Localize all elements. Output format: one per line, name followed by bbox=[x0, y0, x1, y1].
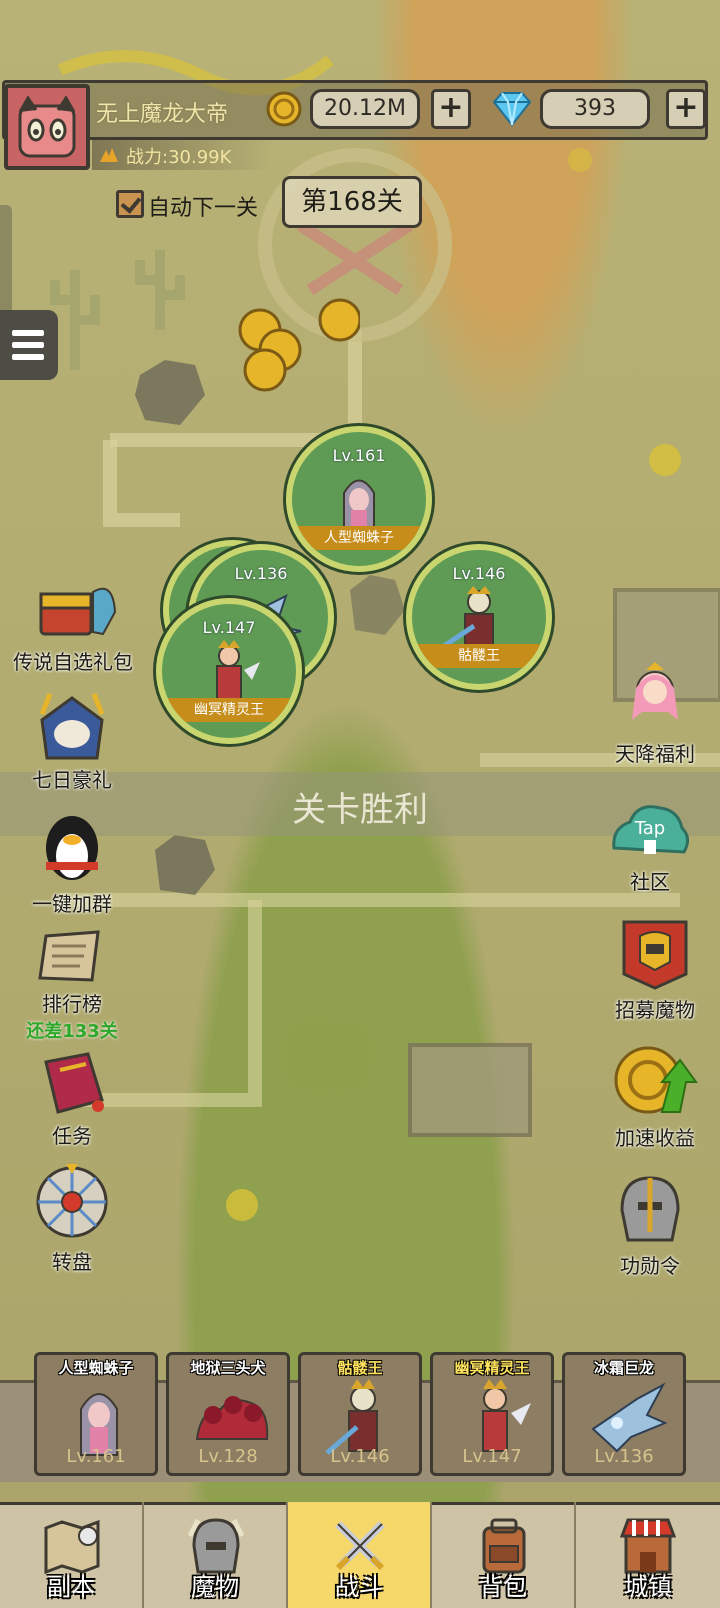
dropped-coins bbox=[238, 298, 360, 392]
scroll-icon bbox=[38, 930, 100, 982]
nav-town[interactable]: 城镇 bbox=[576, 1502, 720, 1608]
monster-bubble[interactable]: Lv.161 人型蜘蛛子 bbox=[286, 426, 432, 572]
join-group[interactable]: 一键加群 bbox=[12, 810, 132, 917]
book-icon bbox=[44, 1052, 104, 1114]
team-card[interactable]: 冰霜巨龙 Lv.136 bbox=[562, 1352, 686, 1476]
knight-icon bbox=[39, 693, 105, 760]
leaderboard-gap: 还差133关 bbox=[26, 1021, 118, 1042]
add-gems-button[interactable]: + bbox=[666, 89, 706, 129]
menu-button[interactable] bbox=[0, 310, 58, 380]
tap-logo-text: Tap bbox=[634, 818, 665, 839]
team-card[interactable]: 人型蜘蛛子 Lv.161 bbox=[34, 1352, 158, 1476]
combat-power: 战力:30.99K bbox=[92, 140, 272, 170]
nav-monsters[interactable]: 魔物 bbox=[144, 1502, 288, 1608]
team-card[interactable]: 幽冥精灵王 Lv.147 bbox=[430, 1352, 554, 1476]
penguin-icon bbox=[46, 816, 98, 880]
stage-number: 第168关 bbox=[282, 176, 422, 228]
nav-backpack[interactable]: 背包 bbox=[432, 1502, 576, 1608]
girl-icon bbox=[632, 662, 678, 720]
leaderboard[interactable]: 排行榜 还差133关 bbox=[12, 928, 132, 1043]
legend-gift-pack[interactable]: 传说自选礼包 bbox=[4, 572, 142, 675]
diamond-icon bbox=[492, 92, 532, 127]
treasure-chest-icon bbox=[39, 587, 117, 636]
community[interactable]: Tap 社区 bbox=[590, 798, 710, 895]
monster-bubble[interactable]: Lv.146 骷髅王 bbox=[406, 544, 552, 690]
wheel-icon bbox=[36, 1164, 108, 1238]
auto-next-checkbox[interactable] bbox=[116, 190, 144, 218]
menu-icon-bar bbox=[12, 330, 44, 336]
add-gold-button[interactable]: + bbox=[431, 89, 471, 129]
recruit-monsters[interactable]: 招募魔物 bbox=[590, 918, 720, 1023]
auto-next-label[interactable]: 自动下一关 bbox=[148, 190, 258, 222]
menu-icon-bar bbox=[12, 354, 44, 360]
nav-battle[interactable]: 战斗 bbox=[288, 1502, 432, 1608]
quests[interactable]: 任务 bbox=[12, 1050, 132, 1149]
seven-day-gift[interactable]: 七日豪礼 bbox=[12, 690, 132, 793]
speed-up-income[interactable]: 加速收益 bbox=[590, 1042, 720, 1151]
monster-bubble[interactable]: Lv.147 幽冥精灵王 bbox=[156, 598, 302, 744]
menu-icon-bar bbox=[12, 342, 44, 348]
side-tab-handle[interactable] bbox=[0, 205, 12, 315]
welfare-event[interactable]: 天降福利 bbox=[590, 662, 720, 767]
banner-icon bbox=[622, 920, 688, 990]
gold-coin-icon bbox=[266, 91, 302, 127]
demon-face-icon bbox=[18, 96, 76, 158]
gem-amount: 393 bbox=[540, 89, 650, 129]
team-card[interactable]: 骷髅王 Lv.146 bbox=[298, 1352, 422, 1476]
player-avatar[interactable] bbox=[4, 84, 90, 170]
power-icon bbox=[100, 148, 118, 162]
gold-amount: 20.12M bbox=[310, 89, 420, 129]
player-name: 无上魔龙大帝 bbox=[96, 102, 229, 127]
coin-arrow-icon bbox=[614, 1046, 698, 1114]
lucky-wheel[interactable]: 转盘 bbox=[12, 1162, 132, 1275]
nav-dungeon[interactable]: 副本 bbox=[0, 1502, 144, 1608]
tap-icon: Tap bbox=[612, 805, 689, 854]
helmet-icon bbox=[620, 1176, 680, 1242]
merit-pass[interactable]: 功勋令 bbox=[590, 1172, 710, 1279]
team-card[interactable]: 地狱三头犬 Lv.128 bbox=[166, 1352, 290, 1476]
